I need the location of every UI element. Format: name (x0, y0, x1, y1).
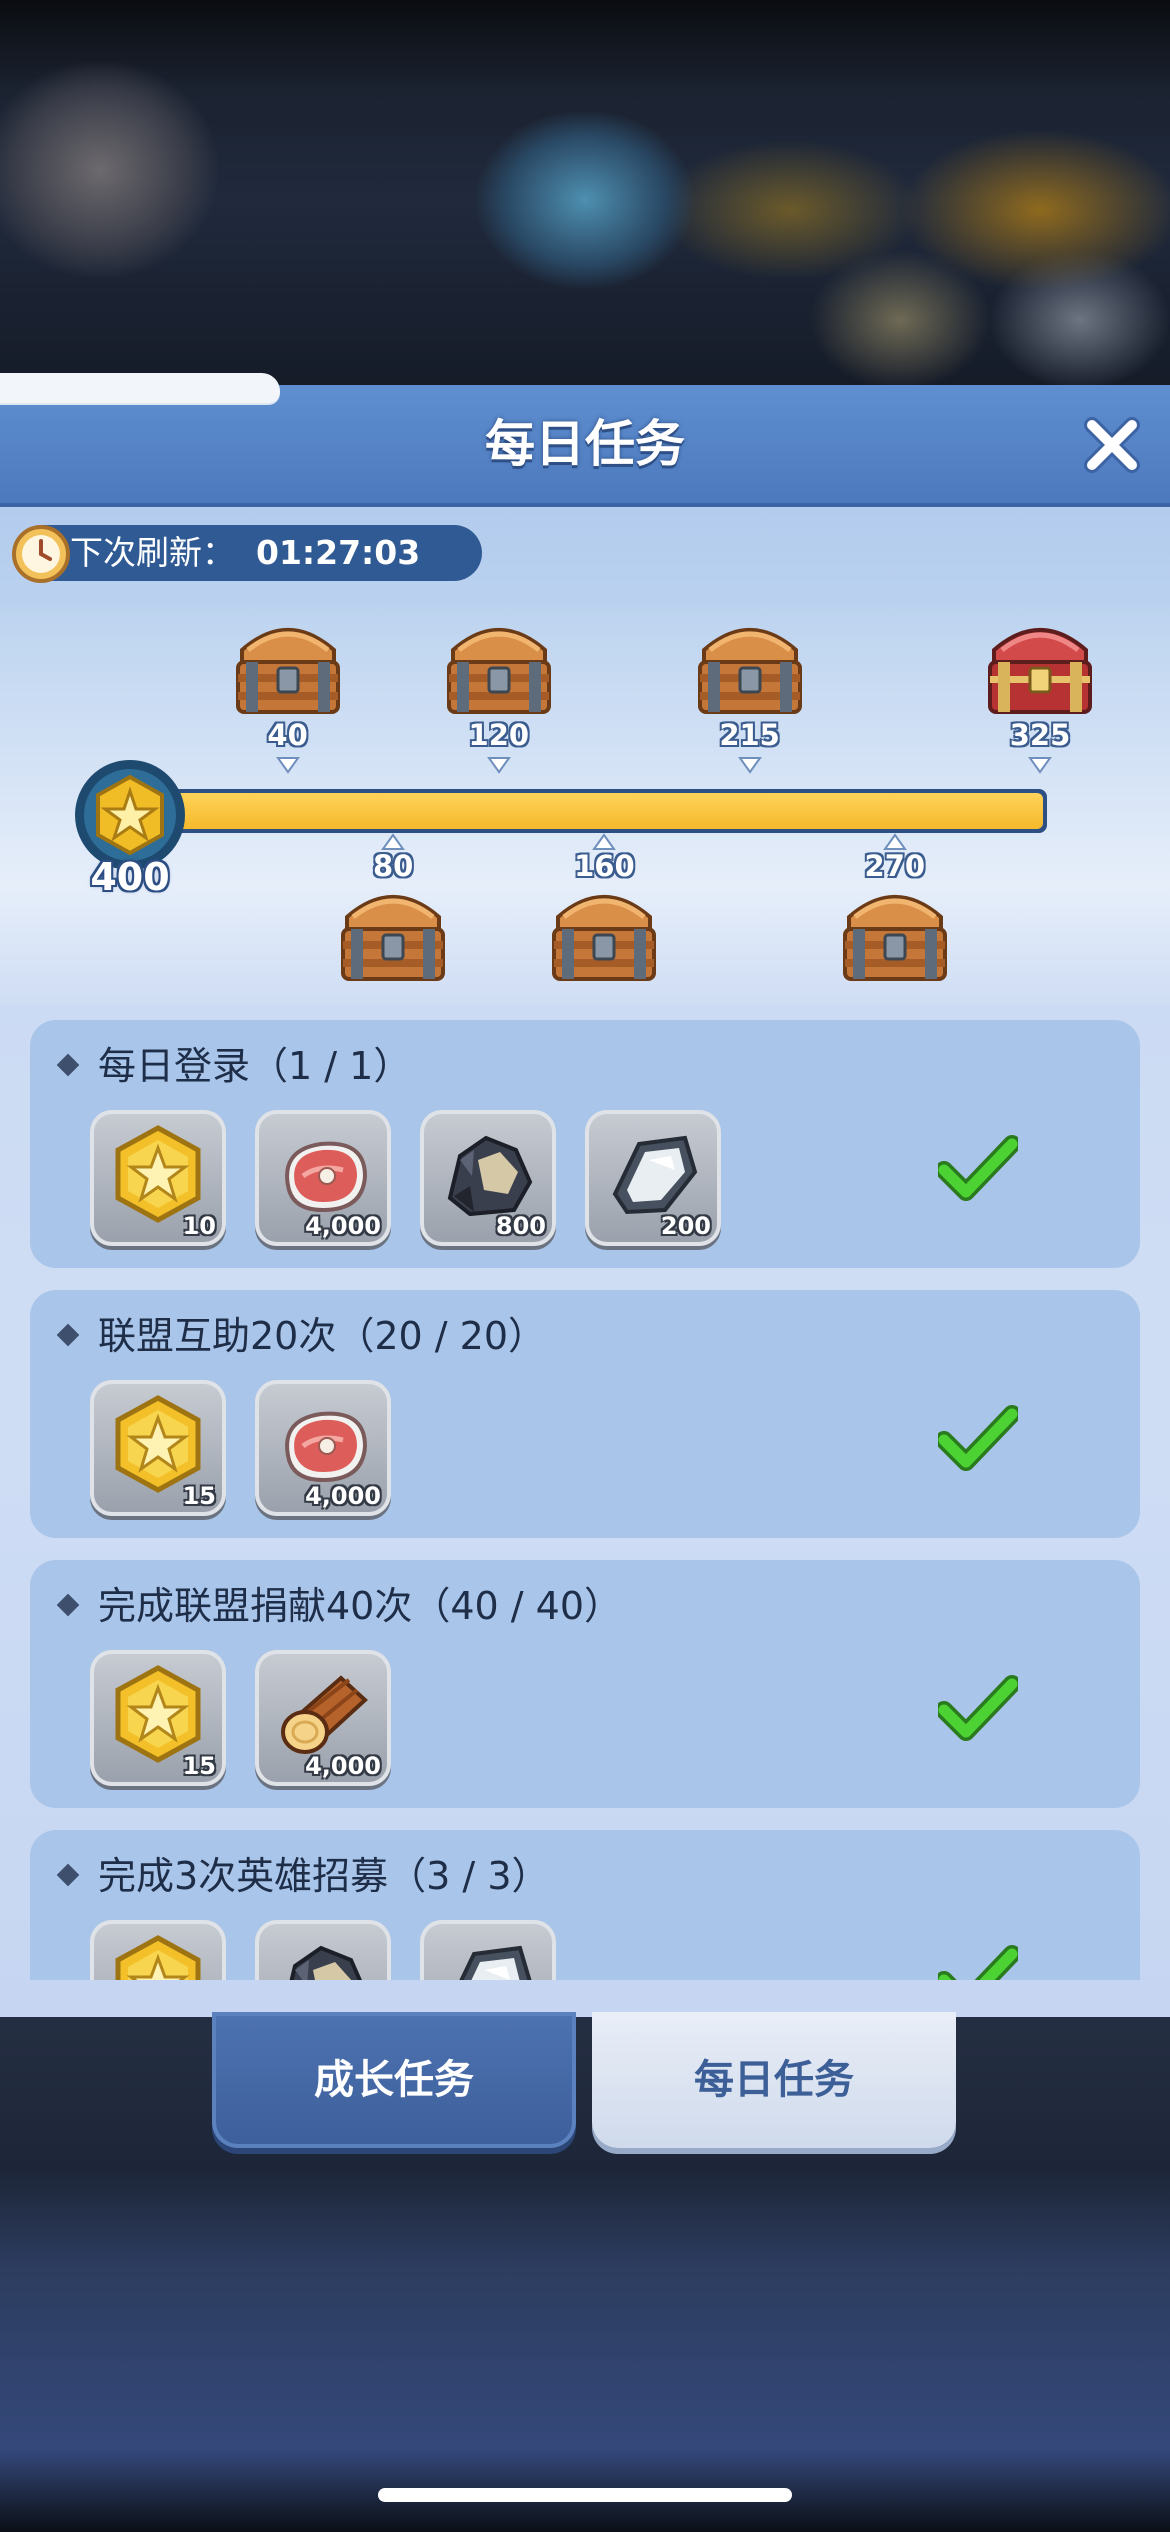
diamond-bullet-icon (56, 1593, 80, 1616)
milestone-top-120[interactable]: 120 (439, 610, 559, 850)
milestone-top-215[interactable]: 215 (690, 610, 810, 850)
check-icon (935, 1404, 1021, 1474)
task-title-text: 联盟互助20次（20 / 20） (98, 1314, 547, 1358)
reward-item[interactable]: 15 (90, 1650, 226, 1786)
wooden-chest-icon[interactable] (333, 877, 453, 987)
close-button[interactable] (1080, 413, 1144, 477)
task-title-text: 完成联盟捐献40次（40 / 40） (98, 1584, 623, 1628)
snow-decoration (0, 373, 280, 403)
check-icon (935, 1674, 1021, 1744)
refresh-countdown: 01:27:03 (256, 533, 421, 572)
wooden-chest-icon[interactable] (439, 610, 559, 720)
reward-quantity: 15 (182, 1752, 216, 1780)
task-card: 完成3次英雄招募（3 / 3） (30, 1830, 1140, 1980)
tab-daily-tasks[interactable]: 每日任务 (592, 2012, 956, 2148)
reward-quantity: 4,000 (305, 1752, 381, 1780)
task-card: 联盟互助20次（20 / 20） 15 4,000 (30, 1290, 1140, 1538)
wooden-chest-icon[interactable] (835, 877, 955, 987)
blurred-game-background-bottom (0, 1990, 1170, 2532)
reward-quantity: 4,000 (305, 1212, 381, 1240)
daily-tasks-panel: 每日任务 下次刷新： 01:27:03 400 40 120 215 325 8… (0, 385, 1170, 2017)
task-title-text: 每日登录（1 / 1） (98, 1044, 412, 1088)
reward-quantity: 800 (495, 1212, 546, 1240)
arrow-down-icon (275, 756, 300, 774)
reward-item[interactable] (420, 1920, 556, 1980)
reward-item[interactable]: 4,000 (255, 1110, 391, 1246)
reward-quantity: 15 (182, 1482, 216, 1510)
diamond-bullet-icon (56, 1323, 80, 1346)
task-title: 每日登录（1 / 1） (56, 1038, 412, 1094)
close-icon (1084, 417, 1140, 473)
red-chest-icon[interactable] (980, 610, 1100, 720)
task-title: 联盟互助20次（20 / 20） (56, 1308, 547, 1364)
reward-item[interactable] (90, 1920, 226, 1980)
clock-icon (12, 525, 70, 583)
reward-item[interactable]: 15 (90, 1380, 226, 1516)
milestone-value: 40 (267, 718, 308, 752)
tab-growth-tasks[interactable]: 成长任务 (212, 2012, 576, 2148)
wooden-chest-icon[interactable] (544, 877, 664, 987)
milestone-top-40[interactable]: 40 (228, 610, 348, 850)
wooden-chest-icon[interactable] (228, 610, 348, 720)
task-card: 每日登录（1 / 1） 10 4,000 800 200 (30, 1020, 1140, 1268)
reward-quantity: 4,000 (305, 1482, 381, 1510)
refresh-label: 下次刷新： (70, 533, 235, 572)
reward-item[interactable]: 10 (90, 1110, 226, 1246)
diamond-bullet-icon (56, 1863, 80, 1886)
reward-item[interactable] (255, 1920, 391, 1980)
task-title: 完成3次英雄招募（3 / 3） (56, 1848, 550, 1904)
reward-item[interactable]: 200 (585, 1110, 721, 1246)
reward-item[interactable]: 4,000 (255, 1650, 391, 1786)
wooden-chest-icon[interactable] (690, 610, 810, 720)
milestone-top-325[interactable]: 325 (980, 610, 1100, 850)
milestone-value: 120 (468, 718, 530, 752)
home-indicator (378, 2488, 792, 2502)
arrow-down-icon (486, 756, 511, 774)
reward-quantity: 200 (660, 1212, 711, 1240)
diamond-bullet-icon (56, 1053, 80, 1076)
activity-total-points: 400 (90, 855, 170, 899)
check-icon (935, 1944, 1021, 1980)
arrow-down-icon (1028, 756, 1052, 774)
task-title-text: 完成3次英雄招募（3 / 3） (98, 1854, 550, 1898)
milestone-value: 215 (719, 718, 780, 752)
task-card: 完成联盟捐献40次（40 / 40） 15 4,000 (30, 1560, 1140, 1808)
blurred-game-background-top (0, 0, 1170, 390)
reward-item[interactable]: 4,000 (255, 1380, 391, 1516)
task-list[interactable]: 每日登录（1 / 1） 10 4,000 800 200 联盟互助20次（20 … (30, 1020, 1140, 1980)
check-icon (935, 1134, 1021, 1204)
reward-quantity: 10 (182, 1212, 216, 1240)
milestone-value: 325 (1009, 718, 1071, 752)
arrow-down-icon (737, 756, 762, 774)
task-title: 完成联盟捐献40次（40 / 40） (56, 1578, 623, 1634)
reward-item[interactable]: 800 (420, 1110, 556, 1246)
